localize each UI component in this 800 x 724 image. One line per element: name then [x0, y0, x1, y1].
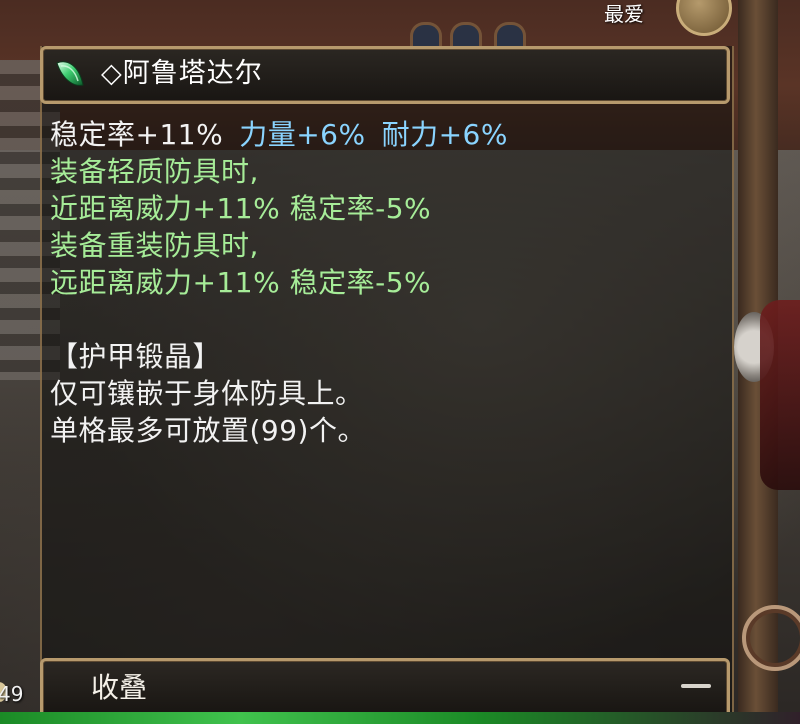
item-category: 【护甲锻晶】 [50, 340, 222, 373]
stat-strength: 力量+6% [239, 118, 366, 151]
bonus-line: 装备轻质防具时, [50, 155, 259, 188]
tooltip-content: 稳定率+11% 力量+6% 耐力+6% 装备轻质防具时, 近距离威力+11% 稳定率… [50, 116, 720, 449]
npc-character[interactable] [760, 300, 800, 490]
item-title: ◇阿鲁塔达尔 [101, 58, 263, 89]
description-line: 单格最多可放置(99)个。 [50, 414, 366, 447]
description-line: 仅可镶嵌于身体防具上。 [50, 377, 364, 410]
tooltip-titlebar: ◇阿鲁塔达尔 [40, 46, 730, 104]
ornament-frame-icon [742, 605, 800, 671]
bonus-line: 近距离威力+11% 稳定率-5% [50, 192, 432, 225]
stats-line: 稳定率+11% 力量+6% 耐力+6% [50, 116, 720, 153]
bonus-line: 远距离威力+11% 稳定率-5% [50, 266, 432, 299]
hud-number: 49 [0, 682, 24, 706]
minus-icon[interactable] [679, 679, 713, 693]
green-gem-icon [53, 57, 87, 91]
collapse-label[interactable]: 收叠 [91, 671, 147, 705]
stat-stamina: 耐力+6% [381, 118, 508, 151]
stat-stability: 稳定率+11% [50, 118, 224, 151]
favorite-label[interactable]: 最爱 [604, 0, 644, 27]
bonus-line: 装备重装防具时, [50, 229, 259, 262]
tooltip-footer[interactable]: 收叠 [40, 658, 730, 718]
hp-bar [0, 712, 800, 724]
